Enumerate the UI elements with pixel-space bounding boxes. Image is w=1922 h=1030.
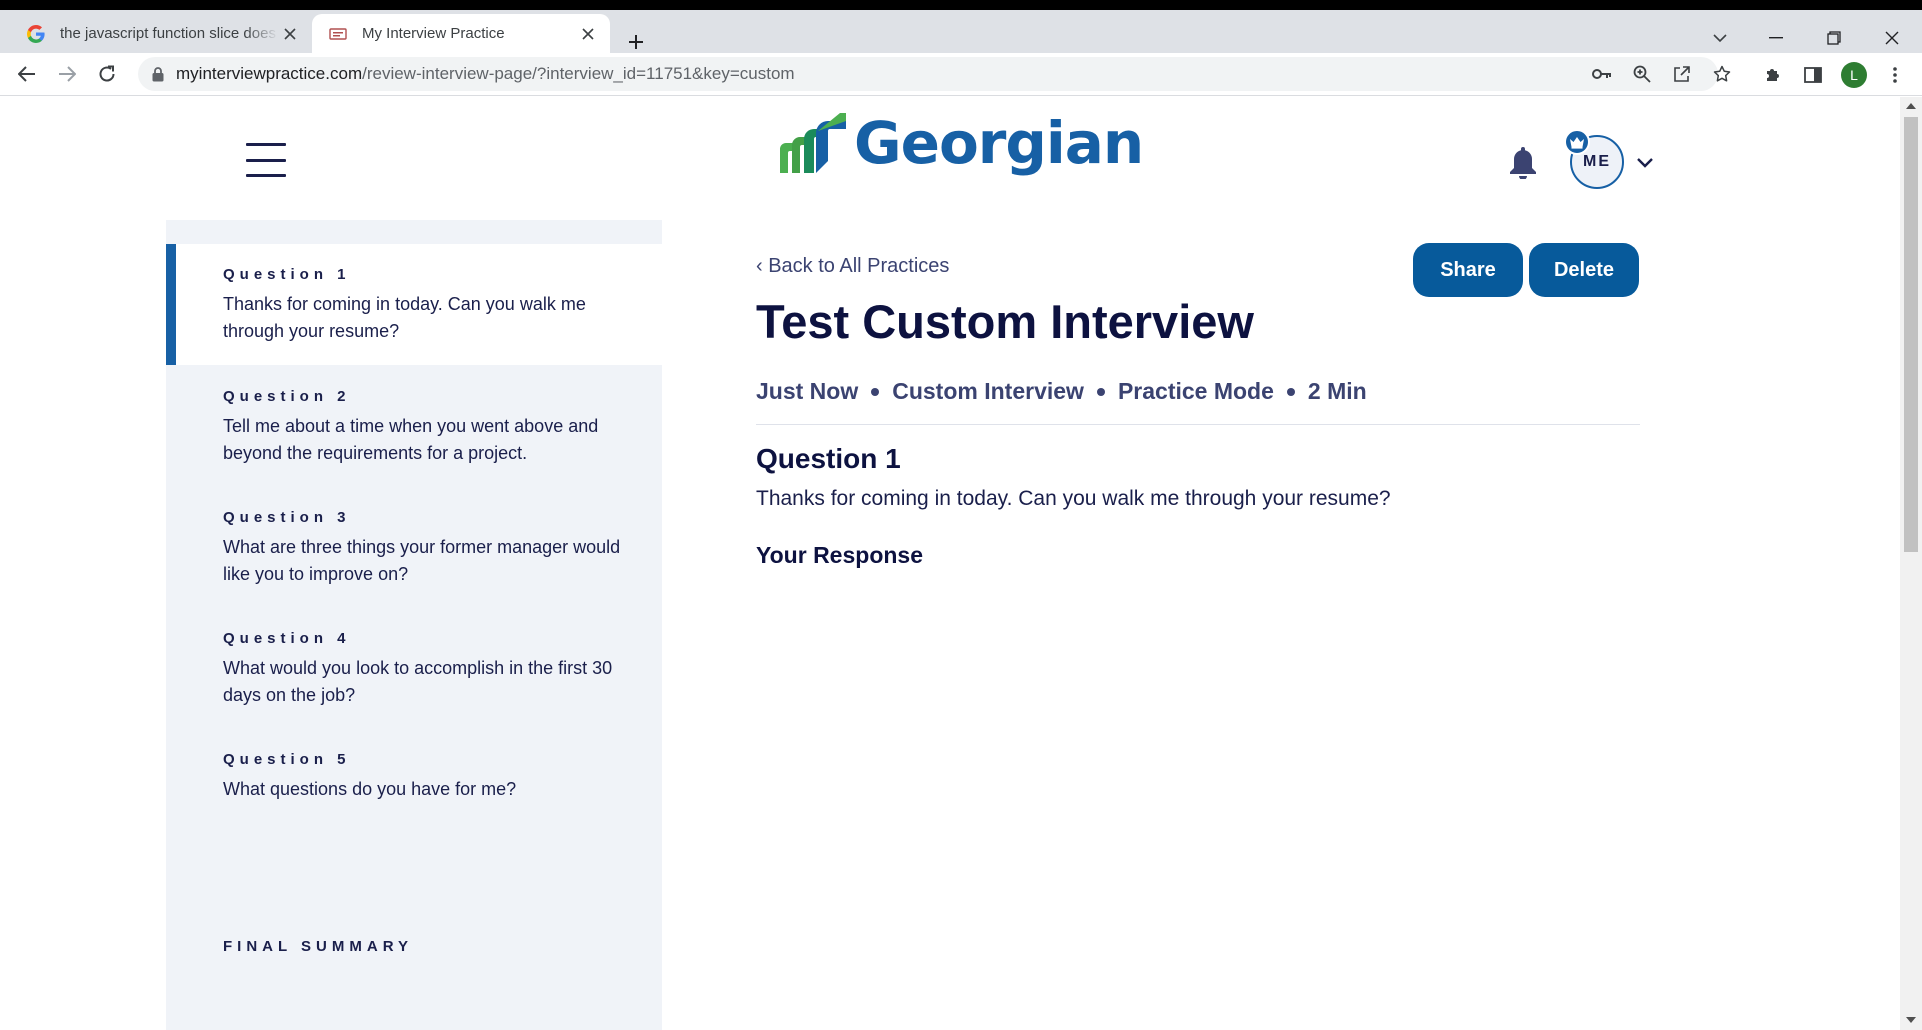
sidebar-item-question-1[interactable]: Question 1 Thanks for coming in today. C… <box>166 244 662 365</box>
site-icon <box>328 24 348 44</box>
sidebar-item-question-3[interactable]: Question 3 What are three things your fo… <box>166 509 662 588</box>
final-summary-link[interactable]: FINAL SUMMARY <box>223 938 413 955</box>
divider <box>756 424 1640 425</box>
sidebar-item-question-4[interactable]: Question 4 What would you look to accomp… <box>166 630 662 709</box>
question-text: Tell me about a time when you went above… <box>223 416 599 463</box>
sidebar-item-question-5[interactable]: Question 5 What questions do you have fo… <box>166 751 662 803</box>
forward-arrow-icon[interactable] <box>52 59 82 89</box>
separator-dot <box>1286 387 1295 396</box>
tab-title: the javascript function slice does <box>60 25 276 42</box>
separator-dot <box>871 387 880 396</box>
crown-icon <box>1564 129 1590 155</box>
question-label: Question 1 <box>223 266 351 283</box>
share-page-icon[interactable] <box>1670 62 1694 86</box>
bell-icon[interactable] <box>1506 143 1540 181</box>
chevron-down-icon[interactable] <box>1634 151 1656 173</box>
tab-search-chevron-icon[interactable] <box>1700 22 1740 54</box>
share-button[interactable]: Share <box>1413 243 1523 297</box>
question-label: Question 3 <box>223 509 351 526</box>
close-window-button[interactable] <box>1872 22 1912 54</box>
question-heading: Question 1 <box>756 443 901 474</box>
logo-wordmark: Georgian <box>854 109 1144 177</box>
meta-duration: 2 Min <box>1307 378 1367 404</box>
question-text: What questions do you have for me? <box>223 779 517 799</box>
question-text: Thanks for coming in today. Can you walk… <box>223 294 586 341</box>
profile-avatar[interactable]: L <box>1841 62 1867 88</box>
url-text: myinterviewpractice.com/review-interview… <box>176 64 795 83</box>
scroll-up-arrow-icon[interactable] <box>1905 101 1917 111</box>
window-top-edge <box>0 0 1922 10</box>
georgian-logo[interactable]: Georgian <box>778 109 1144 177</box>
meta-type: Custom Interview <box>892 378 1084 404</box>
back-arrow-icon[interactable] <box>12 59 42 89</box>
tab-my-interview-practice[interactable]: My Interview Practice <box>312 14 610 53</box>
scrollbar-thumb[interactable] <box>1904 117 1918 552</box>
zoom-icon[interactable] <box>1630 62 1654 86</box>
back-to-practices-link[interactable]: ‹ Back to All Practices <box>756 255 949 278</box>
page-scrollbar[interactable] <box>1900 97 1922 1030</box>
minimize-button[interactable] <box>1756 22 1796 54</box>
question-label: Question 4 <box>223 630 351 647</box>
close-icon[interactable] <box>576 22 600 46</box>
page-viewport: Georgian ME Question 1 Thanks for coming… <box>0 97 1900 1030</box>
chevron-left-icon: ‹ <box>756 255 769 277</box>
georgian-logo-mark <box>780 113 846 173</box>
question-text: What would you look to accomplish in the… <box>223 658 613 705</box>
key-icon[interactable] <box>1590 62 1614 86</box>
lock-icon[interactable] <box>152 66 164 82</box>
question-label: Question 2 <box>223 388 351 405</box>
meta-time: Just Now <box>756 378 859 404</box>
hamburger-menu-icon[interactable] <box>246 143 286 177</box>
restore-button[interactable] <box>1814 22 1854 54</box>
page-title: Test Custom Interview <box>756 295 1254 348</box>
scroll-down-arrow-icon[interactable] <box>1905 1015 1917 1025</box>
extensions-puzzle-icon[interactable] <box>1760 62 1786 88</box>
question-label: Question 5 <box>223 751 351 768</box>
tab-strip: the javascript function slice does My In… <box>0 10 1922 53</box>
address-bar[interactable]: myinterviewpractice.com/review-interview… <box>138 57 1731 91</box>
question-sidebar: Question 1 Thanks for coming in today. C… <box>166 220 662 1030</box>
close-icon[interactable] <box>278 22 302 46</box>
reload-icon[interactable] <box>92 59 122 89</box>
interview-meta: Just Now Custom Interview Practice Mode … <box>756 378 1367 405</box>
delete-button[interactable]: Delete <box>1529 243 1639 297</box>
kebab-menu-icon[interactable] <box>1882 62 1908 88</box>
question-text: What are three things your former manage… <box>223 537 621 584</box>
bookmark-star-icon[interactable] <box>1710 62 1734 86</box>
question-body: Thanks for coming in today. Can you walk… <box>756 487 1391 510</box>
tab-title: My Interview Practice <box>362 25 505 42</box>
separator-dot <box>1096 387 1105 396</box>
browser-toolbar: myinterviewpractice.com/review-interview… <box>0 53 1922 96</box>
side-panel-icon[interactable] <box>1800 62 1826 88</box>
response-heading: Your Response <box>756 542 923 568</box>
sidebar-item-question-2[interactable]: Question 2 Tell me about a time when you… <box>166 388 662 467</box>
back-link-label: Back to All Practices <box>768 255 950 277</box>
meta-mode: Practice Mode <box>1117 378 1274 404</box>
tab-google-search[interactable]: the javascript function slice does <box>10 14 312 53</box>
google-icon <box>26 24 46 44</box>
